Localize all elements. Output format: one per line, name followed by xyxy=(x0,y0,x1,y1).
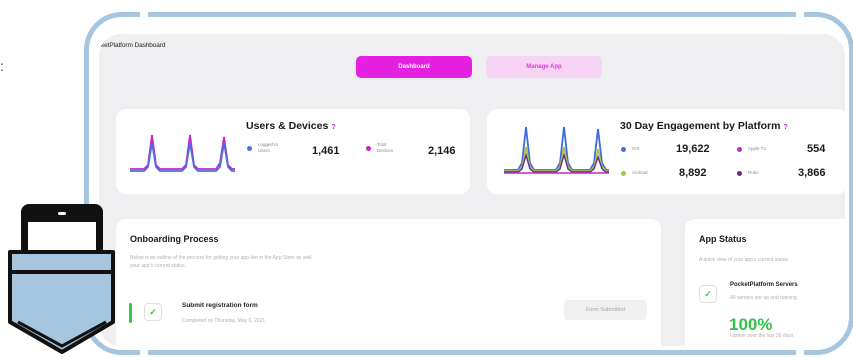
legend-label: Total Devices xyxy=(377,142,394,153)
legend-label: Roku xyxy=(748,170,759,175)
engagement-title: 30 Day Engagement by Platform? xyxy=(620,120,788,132)
help-icon[interactable]: ? xyxy=(783,124,787,131)
legend-roku: Roku xyxy=(737,170,759,176)
blue-dot-icon xyxy=(621,146,626,152)
stage: : ketPlatform Dashboard Dashboard Manage… xyxy=(0,0,853,358)
app-title: ketPlatform Dashboard xyxy=(101,42,166,49)
tab-manage-app[interactable]: Manage App xyxy=(486,56,602,78)
magenta-dot-icon xyxy=(366,145,371,151)
android-value: 8,892 xyxy=(679,167,707,179)
purple-dot-icon xyxy=(737,170,742,176)
onboarding-description: Below is an outline of the process for g… xyxy=(130,255,312,269)
ios-value: 19,622 xyxy=(676,143,710,155)
legend-total-devices: Total Devices xyxy=(366,142,393,154)
engagement-sparkline xyxy=(504,126,609,174)
legend-logged-in-users: Logged In Users xyxy=(247,142,278,154)
total-devices-value: 2,146 xyxy=(428,145,456,157)
legend-label: Logged In Users xyxy=(258,142,279,153)
users-devices-title-text: Users & Devices xyxy=(246,120,329,132)
apple-tv-value: 554 xyxy=(807,143,826,155)
roku-value: 3,866 xyxy=(798,167,826,179)
frame-gap xyxy=(796,348,804,358)
green-dot-icon xyxy=(621,170,626,176)
frame-gap xyxy=(140,8,148,20)
magenta-dot-icon xyxy=(737,146,742,152)
checkmark-icon: ✓ xyxy=(699,285,717,303)
users-devices-card: Users & Devices? Logged In Users 1,461 To… xyxy=(116,109,470,194)
help-icon[interactable]: ? xyxy=(331,124,335,131)
step-progress-bar xyxy=(129,303,132,323)
pocket-phone-icon xyxy=(8,204,115,354)
step-subtitle: Completed on Thursday, May 6, 2021 xyxy=(182,318,266,324)
onboarding-card: Onboarding Process Below is an outline o… xyxy=(116,219,661,346)
app-status-title: App Status xyxy=(699,234,747,244)
legend-ios: iOS xyxy=(621,146,640,152)
frame-gap xyxy=(140,348,148,358)
legend-label: Apple TV xyxy=(748,146,767,151)
app-status-description: A quick view of your app's current statu… xyxy=(699,257,789,263)
legend-apple-tv: Apple TV xyxy=(737,146,766,152)
server-subtitle: All servers are up and running. xyxy=(730,295,799,301)
frame-gap xyxy=(796,8,804,20)
legend-android: Android xyxy=(621,170,648,176)
legend-label: Android xyxy=(632,170,648,175)
tab-dashboard[interactable]: Dashboard xyxy=(356,56,472,78)
dashboard-screen: ketPlatform Dashboard Dashboard Manage A… xyxy=(99,34,845,346)
app-status-card: App Status A quick view of your app's cu… xyxy=(685,219,845,346)
step-title: Submit registration form xyxy=(182,302,258,309)
form-submitted-button[interactable]: Form Submitted xyxy=(564,300,647,320)
legend-label: iOS xyxy=(632,146,640,151)
server-title: PocketPlatform Servers xyxy=(730,282,798,288)
engagement-title-text: 30 Day Engagement by Platform xyxy=(620,120,781,132)
users-devices-title: Users & Devices? xyxy=(246,120,336,132)
onboarding-title: Onboarding Process xyxy=(130,234,219,244)
engagement-card: 30 Day Engagement by Platform? iOS 19,62… xyxy=(487,109,845,194)
uptime-label: Uptime over the last 30 days xyxy=(730,333,794,339)
logged-in-users-value: 1,461 xyxy=(312,145,340,157)
stray-character: : xyxy=(0,58,4,74)
checkmark-icon: ✓ xyxy=(144,303,162,321)
blue-dot-icon xyxy=(247,145,252,151)
users-sparkline xyxy=(130,134,235,172)
